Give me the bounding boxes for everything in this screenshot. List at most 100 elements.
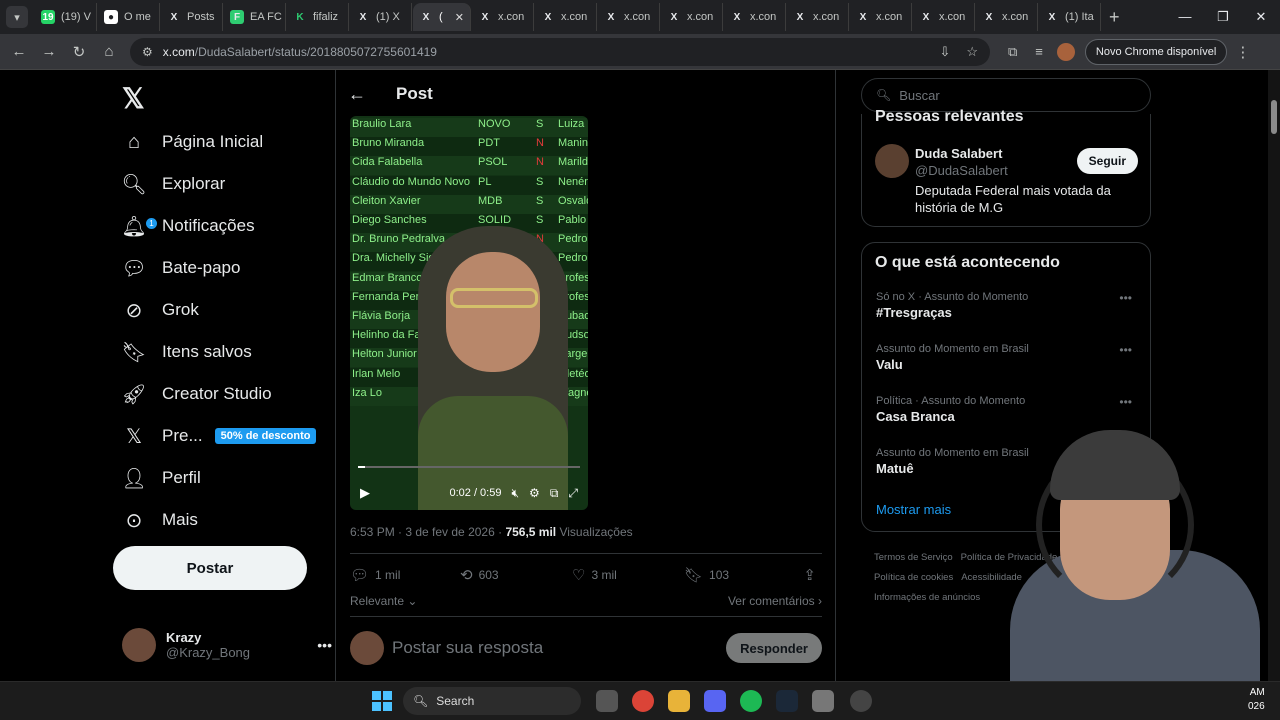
avatar[interactable]: [875, 144, 909, 178]
discord-icon[interactable]: [704, 690, 726, 712]
mute-icon[interactable]: 🔇︎: [511, 486, 519, 501]
browser-tab[interactable]: X (1) Ita: [1039, 3, 1101, 31]
nav-item-mais[interactable]: ⊙ Mais: [122, 500, 198, 540]
search-input[interactable]: 🔍︎ Buscar: [861, 78, 1151, 112]
video-cell-name: Cláudio do Mundo Novo: [352, 175, 471, 188]
account-switcher[interactable]: Krazy @Krazy_Bong •••: [122, 625, 332, 665]
footer-link[interactable]: Termos de Serviço: [874, 552, 953, 563]
browser-tab[interactable]: X Posts: [161, 3, 223, 31]
profile-avatar[interactable]: [1056, 42, 1075, 61]
obs-icon[interactable]: [850, 690, 872, 712]
close-window-button[interactable]: ✕: [1242, 0, 1280, 34]
app-icon[interactable]: [812, 690, 834, 712]
extensions-icon[interactable]: ⧉: [1008, 44, 1017, 60]
follow-button[interactable]: Seguir: [1076, 148, 1138, 174]
minimize-button[interactable]: —: [1166, 0, 1204, 34]
nav-item-perfil[interactable]: 👤︎ Perfil: [121, 458, 200, 498]
footer-link[interactable]: Política de cookies: [874, 572, 953, 583]
update-chrome-button[interactable]: Novo Chrome disponível: [1084, 38, 1228, 65]
browser-tab[interactable]: Xx.con: [976, 3, 1038, 31]
chrome-menu-icon[interactable]: ⋮: [1235, 43, 1250, 61]
spotify-icon[interactable]: [740, 690, 762, 712]
back-arrow-icon[interactable]: ←: [348, 84, 370, 105]
steam-icon[interactable]: [776, 690, 798, 712]
nav-item-notifica-es[interactable]: 🔔︎ 1 Notificações: [121, 206, 254, 246]
browser-tab[interactable]: Xx.con: [787, 3, 849, 31]
nav-item-pre-[interactable]: 𝕏 Pre... 50% de desconto: [122, 416, 317, 456]
browser-tab[interactable]: Xx.con: [913, 3, 975, 31]
video-cell-vote: S: [536, 175, 544, 188]
task-view-icon[interactable]: [596, 690, 618, 712]
browser-tab[interactable]: ● O me: [98, 3, 160, 31]
footer-link[interactable]: Informações de anúncios: [874, 592, 980, 603]
browser-tab[interactable]: X (✕: [413, 3, 471, 31]
browser-tab[interactable]: Xx.con: [661, 3, 723, 31]
forward-icon[interactable]: →: [34, 43, 64, 60]
nav-item-p-gina-inicial[interactable]: ⌂ Página Inicial: [122, 122, 263, 162]
nav-item-bate-papo[interactable]: 💬︎ Bate-papo: [121, 248, 240, 288]
nav-label: Grok: [162, 300, 199, 319]
tab-title: (1) Ita: [1065, 11, 1094, 23]
new-tab-button[interactable]: +: [1109, 7, 1120, 28]
nav-item-grok[interactable]: ⊘ Grok: [122, 290, 199, 330]
reply-button[interactable]: Responder: [726, 633, 822, 663]
comments-sort-row: Relevante ⌄ Ver comentários ›: [350, 592, 822, 610]
nav-item-itens-salvos[interactable]: 🔖︎ Itens salvos: [121, 332, 251, 372]
close-tab-icon[interactable]: ✕: [455, 11, 464, 24]
install-icon[interactable]: ⇩: [939, 44, 950, 60]
video-player[interactable]: Braulio Lara NOVO S Luiza I Bruno Miranda PDT…: [350, 116, 588, 510]
browser-tab[interactable]: 19 (19) V: [35, 3, 97, 31]
media-controls-icon[interactable]: ≡: [1035, 44, 1043, 59]
file-explorer-icon[interactable]: [668, 690, 690, 712]
browser-tab[interactable]: Kfifaliz: [287, 3, 349, 31]
scrollbar[interactable]: [1268, 70, 1280, 681]
nav-label: Pre...: [162, 426, 203, 445]
nav-item-explorar[interactable]: 🔍︎ Explorar: [121, 164, 225, 204]
repost-action[interactable]: ⟲ 603: [460, 566, 572, 584]
browser-tab[interactable]: Xx.con: [472, 3, 534, 31]
browser-tab[interactable]: Xx.con: [850, 3, 912, 31]
browser-tab[interactable]: Xx.con: [598, 3, 660, 31]
browser-tab[interactable]: Xx.con: [724, 3, 786, 31]
windows-start-icon[interactable]: [372, 691, 392, 711]
reload-icon[interactable]: ↻: [64, 43, 94, 61]
settings-icon[interactable]: ⚙: [529, 486, 540, 500]
more-icon[interactable]: •••: [1119, 343, 1132, 357]
video-progress-bar[interactable]: [358, 466, 580, 468]
play-icon[interactable]: ▶: [360, 485, 370, 501]
browser-tab[interactable]: F EA FC: [224, 3, 286, 31]
browser-tab[interactable]: Xx.con: [535, 3, 597, 31]
more-icon[interactable]: •••: [1119, 291, 1132, 305]
reply-input[interactable]: Postar sua resposta: [392, 638, 543, 658]
reply-action[interactable]: 💬︎ 1 mil: [350, 566, 460, 584]
site-info-icon[interactable]: ⚙: [142, 45, 153, 59]
home-icon[interactable]: ⌂: [94, 43, 124, 60]
chrome-icon[interactable]: [632, 690, 654, 712]
trend-item[interactable]: Só no X · Assunto do Momento #Tresgraças •…: [876, 291, 1138, 320]
fullscreen-icon[interactable]: ⤢: [568, 486, 578, 501]
share-icon[interactable]: ⇪: [803, 566, 822, 584]
like-action[interactable]: ♡ 3 mil: [572, 566, 684, 584]
more-icon[interactable]: •••: [317, 637, 332, 653]
back-icon[interactable]: ←: [4, 43, 34, 60]
system-clock[interactable]: AM 026: [1248, 686, 1265, 714]
restore-button[interactable]: ❐: [1204, 0, 1242, 34]
taskbar-search[interactable]: 🔍︎ Search: [403, 687, 581, 715]
trend-item[interactable]: Assunto do Momento em Brasil Valu •••: [876, 343, 1138, 372]
bookmark-star-icon[interactable]: ☆: [966, 44, 978, 60]
tab-search-button[interactable]: ▾: [6, 6, 28, 28]
url-field[interactable]: ⚙ x.com /DudaSalabert/status/20188050727…: [130, 37, 990, 66]
sort-dropdown[interactable]: Relevante ⌄: [350, 594, 417, 608]
show-more-link[interactable]: Mostrar mais: [876, 502, 951, 517]
more-circle-icon: ⊙: [125, 509, 143, 532]
bookmark-action[interactable]: 🔖︎ 103: [684, 566, 794, 584]
browser-tab[interactable]: X (1) X: [350, 3, 412, 31]
post-button[interactable]: Postar: [113, 546, 307, 590]
see-comments-link[interactable]: Ver comentários ›: [728, 594, 822, 608]
video-cell-cand: Manin: [558, 137, 588, 150]
x-logo-icon[interactable]: 𝕏: [122, 82, 145, 115]
more-icon[interactable]: •••: [1119, 395, 1132, 409]
bookmark-count: 103: [709, 568, 730, 582]
pip-icon[interactable]: ⧉: [550, 486, 559, 501]
nav-item-creator-studio[interactable]: 🚀︎ Creator Studio: [121, 374, 271, 414]
